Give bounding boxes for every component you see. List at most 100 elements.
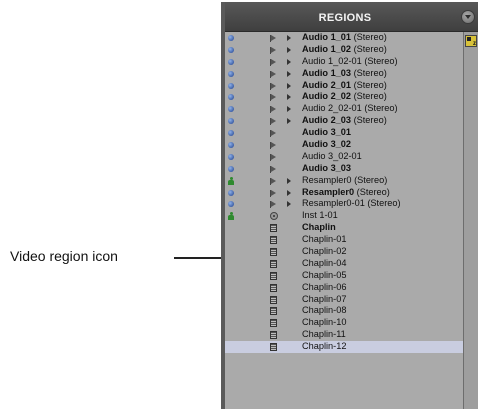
region-name-main: Audio 2_01 (302, 79, 352, 90)
disclosure-triangle-icon[interactable] (287, 118, 291, 125)
region-name: Chaplin-01 (302, 234, 346, 246)
region-row[interactable]: Inst 1-01 (225, 210, 463, 222)
region-row[interactable]: Chaplin-06 (225, 282, 463, 294)
region-name-main: Inst 1-01 (302, 210, 338, 221)
disclosure-triangle-icon[interactable] (287, 106, 291, 113)
disclosure-triangle-icon[interactable] (287, 189, 291, 196)
disclosure-triangle-icon[interactable] (287, 201, 291, 208)
region-row[interactable]: Audio 1_03 (Stereo) (225, 68, 463, 80)
region-status-cell (227, 80, 235, 92)
disclosure-triangle-icon[interactable] (287, 58, 291, 65)
person-icon (228, 212, 234, 221)
region-row[interactable]: Audio 3_03 (225, 163, 463, 175)
region-row[interactable]: Chaplin-07 (225, 294, 463, 306)
disclosure-cell[interactable] (287, 32, 293, 44)
region-name-main: Audio 3_02-01 (302, 150, 362, 161)
region-type-cell (270, 282, 278, 294)
disclosure-triangle-icon[interactable] (287, 70, 291, 77)
region-type-cell (270, 187, 278, 199)
region-type-cell (270, 44, 278, 56)
region-row[interactable]: Audio 1_02 (Stereo) (225, 44, 463, 56)
region-row[interactable]: Chaplin-08 (225, 305, 463, 317)
region-row[interactable]: Audio 1_02-01 (Stereo) (225, 56, 463, 68)
regions-menu-button[interactable] (461, 10, 475, 24)
region-row[interactable]: Audio 3_02-01 (225, 151, 463, 163)
region-name-main: Audio 1_03 (302, 67, 352, 78)
region-type-cell (270, 317, 278, 329)
region-row[interactable]: Chaplin-05 (225, 270, 463, 282)
disclosure-cell[interactable] (287, 103, 293, 115)
region-row[interactable]: Audio 2_02-01 (Stereo) (225, 103, 463, 115)
regions-scrollbar[interactable]: z (463, 32, 478, 409)
region-name-suffix: (Stereo) (351, 174, 388, 185)
region-type-cell (270, 222, 278, 234)
region-status-cell (227, 329, 235, 341)
region-name-main: Chaplin-12 (302, 341, 347, 352)
instrument-icon (270, 212, 278, 221)
region-row[interactable]: Chaplin-02 (225, 246, 463, 258)
region-status-cell (227, 91, 235, 103)
disclosure-cell (287, 317, 293, 329)
disclosure-cell[interactable] (287, 115, 293, 127)
region-row[interactable]: Audio 3_02 (225, 139, 463, 151)
disclosure-cell (287, 329, 293, 341)
region-row[interactable]: Chaplin-12 (225, 341, 463, 354)
region-row[interactable]: Audio 3_01 (225, 127, 463, 139)
region-type-cell (270, 329, 278, 341)
disclosure-cell[interactable] (287, 56, 293, 68)
disclosure-triangle-icon[interactable] (287, 35, 291, 41)
region-name: Audio 1_02-01 (Stereo) (302, 56, 398, 68)
region-name: Chaplin-05 (302, 270, 346, 282)
flag-icon (270, 153, 277, 161)
region-row[interactable]: Audio 1_01 (Stereo) (225, 32, 463, 44)
disclosure-triangle-icon[interactable] (287, 46, 291, 53)
region-row[interactable]: Chaplin-11 (225, 329, 463, 341)
region-name-main: Resampler0 (302, 174, 352, 185)
regions-title: REGIONS (318, 12, 372, 24)
sort-toggle-letter: z (473, 41, 476, 47)
disclosure-triangle-icon[interactable] (287, 177, 291, 184)
disclosure-triangle-icon[interactable] (287, 82, 291, 89)
flag-icon (270, 118, 277, 126)
disclosure-cell[interactable] (287, 80, 293, 92)
disclosure-cell[interactable] (287, 68, 293, 80)
video-film-icon (270, 271, 277, 280)
disclosure-cell (287, 151, 293, 163)
region-status-cell (227, 246, 235, 258)
flag-icon (270, 70, 277, 78)
region-row[interactable]: Resampler0 (Stereo) (225, 187, 463, 199)
region-name-main: Chaplin-05 (302, 269, 347, 280)
region-name: Chaplin-10 (302, 317, 346, 329)
regions-list[interactable]: Audio 1_01 (Stereo) Audio 1_02 (Stereo) Au… (225, 32, 463, 409)
sort-toggle-button[interactable]: z (465, 35, 477, 47)
region-name-main: Audio 2_02-01 (302, 103, 362, 114)
region-row[interactable]: Chaplin (225, 222, 463, 234)
region-row[interactable]: Chaplin-04 (225, 258, 463, 270)
region-name: Resampler0-01 (Stereo) (302, 198, 401, 210)
region-name-suffix: (Stereo) (361, 103, 398, 114)
disclosure-cell[interactable] (287, 91, 293, 103)
disclosure-cell[interactable] (287, 187, 293, 199)
region-row[interactable]: Chaplin-10 (225, 317, 463, 329)
region-name-suffix: (Stereo) (351, 43, 387, 54)
flag-icon (270, 82, 277, 90)
flag-icon (270, 165, 277, 173)
disclosure-cell[interactable] (287, 175, 293, 187)
region-type-cell (270, 127, 278, 139)
region-row[interactable]: Resampler0-01 (Stereo) (225, 198, 463, 210)
disclosure-cell[interactable] (287, 44, 293, 56)
region-name-main: Chaplin-08 (302, 305, 347, 316)
region-row[interactable]: Chaplin-01 (225, 234, 463, 246)
disclosure-cell[interactable] (287, 198, 293, 210)
region-row[interactable]: Audio 2_03 (Stereo) (225, 115, 463, 127)
region-status-cell (227, 282, 235, 294)
region-row[interactable]: Audio 2_02 (Stereo) (225, 91, 463, 103)
region-name: Chaplin-07 (302, 294, 346, 306)
region-row[interactable]: Resampler0 (Stereo) (225, 175, 463, 187)
region-status-cell (227, 163, 235, 175)
region-row[interactable]: Audio 2_01 (Stereo) (225, 80, 463, 92)
region-name-main: Audio 2_02 (302, 91, 352, 102)
disclosure-triangle-icon[interactable] (287, 94, 291, 101)
video-film-icon (270, 224, 277, 233)
region-name: Chaplin-11 (302, 329, 346, 341)
